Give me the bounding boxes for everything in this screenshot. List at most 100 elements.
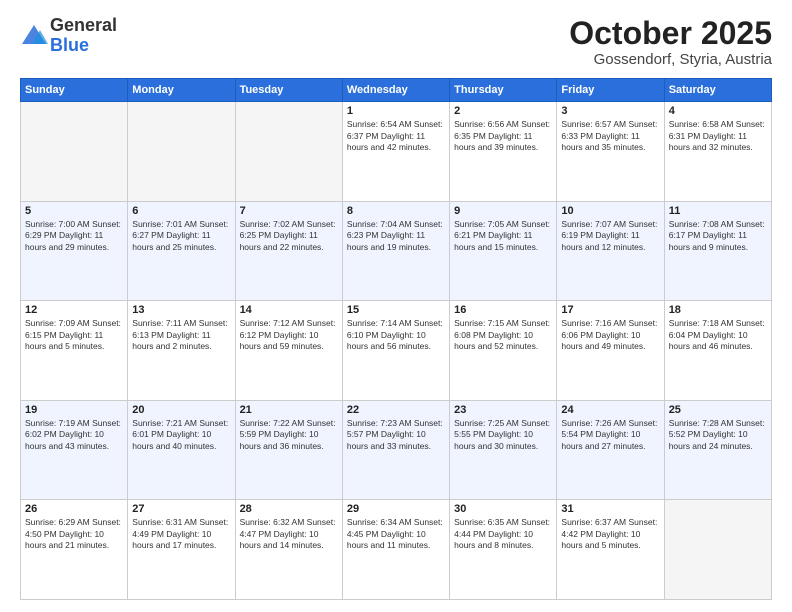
day-number: 1 xyxy=(347,105,445,117)
day-info: Sunrise: 7:02 AM Sunset: 6:25 PM Dayligh… xyxy=(240,219,338,253)
calendar-cell xyxy=(128,102,235,202)
calendar-cell: 17Sunrise: 7:16 AM Sunset: 6:06 PM Dayli… xyxy=(557,301,664,401)
day-number: 16 xyxy=(454,304,552,316)
calendar-cell: 23Sunrise: 7:25 AM Sunset: 5:55 PM Dayli… xyxy=(450,400,557,500)
day-info: Sunrise: 7:05 AM Sunset: 6:21 PM Dayligh… xyxy=(454,219,552,253)
calendar-cell xyxy=(235,102,342,202)
calendar-cell: 11Sunrise: 7:08 AM Sunset: 6:17 PM Dayli… xyxy=(664,201,771,301)
calendar-week-row: 12Sunrise: 7:09 AM Sunset: 6:15 PM Dayli… xyxy=(21,301,772,401)
calendar-cell: 28 Sunrise: 6:32 AM Sunset: 4:47 PM Dayli… xyxy=(235,500,342,600)
calendar-cell xyxy=(21,102,128,202)
day-info: Sunrise: 7:19 AM Sunset: 6:02 PM Dayligh… xyxy=(25,418,123,452)
calendar-cell: 9 Sunrise: 7:05 AM Sunset: 6:21 PM Daylig… xyxy=(450,201,557,301)
day-number: 13 xyxy=(132,304,230,316)
day-info: Sunrise: 6:57 AM Sunset: 6:33 PM Dayligh… xyxy=(561,119,659,153)
logo-blue-label: Blue xyxy=(50,36,117,56)
header: General Blue October 2025 Gossendorf, St… xyxy=(20,16,772,68)
day-info: Sunrise: 7:12 AM Sunset: 6:12 PM Dayligh… xyxy=(240,318,338,352)
logo-text: General Blue xyxy=(50,16,117,56)
calendar-cell: 18 Sunrise: 7:18 AM Sunset: 6:04 PM Dayli… xyxy=(664,301,771,401)
title-block: October 2025 Gossendorf, Styria, Austria xyxy=(569,16,772,68)
day-number: 11 xyxy=(669,205,767,217)
day-number: 8 xyxy=(347,205,445,217)
day-number: 7 xyxy=(240,205,338,217)
day-info: Sunrise: 6:32 AM Sunset: 4:47 PM Dayligh… xyxy=(240,517,338,551)
day-number: 18 xyxy=(669,304,767,316)
day-number: 19 xyxy=(25,404,123,416)
calendar-cell: 26 Sunrise: 6:29 AM Sunset: 4:50 PM Dayli… xyxy=(21,500,128,600)
calendar-body: 1 Sunrise: 6:54 AM Sunset: 6:37 PM Daylig… xyxy=(21,102,772,600)
day-number: 21 xyxy=(240,404,338,416)
day-number: 9 xyxy=(454,205,552,217)
weekday-header-row: Sunday Monday Tuesday Wednesday Thursday… xyxy=(21,79,772,102)
calendar-cell: 8 Sunrise: 7:04 AM Sunset: 6:23 PM Daylig… xyxy=(342,201,449,301)
header-tuesday: Tuesday xyxy=(235,79,342,102)
page: General Blue October 2025 Gossendorf, St… xyxy=(0,0,792,612)
day-info: Sunrise: 7:09 AM Sunset: 6:15 PM Dayligh… xyxy=(25,318,123,352)
day-info: Sunrise: 6:29 AM Sunset: 4:50 PM Dayligh… xyxy=(25,517,123,551)
calendar-cell: 1 Sunrise: 6:54 AM Sunset: 6:37 PM Daylig… xyxy=(342,102,449,202)
day-number: 31 xyxy=(561,503,659,515)
header-wednesday: Wednesday xyxy=(342,79,449,102)
calendar-cell: 14 Sunrise: 7:12 AM Sunset: 6:12 PM Dayli… xyxy=(235,301,342,401)
day-number: 5 xyxy=(25,205,123,217)
header-saturday: Saturday xyxy=(664,79,771,102)
calendar-cell: 25 Sunrise: 7:28 AM Sunset: 5:52 PM Dayli… xyxy=(664,400,771,500)
calendar-cell: 2Sunrise: 6:56 AM Sunset: 6:35 PM Daylig… xyxy=(450,102,557,202)
day-number: 17 xyxy=(561,304,659,316)
calendar-cell: 21 Sunrise: 7:22 AM Sunset: 5:59 PM Dayli… xyxy=(235,400,342,500)
calendar-cell: 3 Sunrise: 6:57 AM Sunset: 6:33 PM Daylig… xyxy=(557,102,664,202)
day-info: Sunrise: 7:14 AM Sunset: 6:10 PM Dayligh… xyxy=(347,318,445,352)
day-number: 25 xyxy=(669,404,767,416)
location: Gossendorf, Styria, Austria xyxy=(569,51,772,68)
day-number: 30 xyxy=(454,503,552,515)
day-info: Sunrise: 6:54 AM Sunset: 6:37 PM Dayligh… xyxy=(347,119,445,153)
calendar-cell: 13Sunrise: 7:11 AM Sunset: 6:13 PM Dayli… xyxy=(128,301,235,401)
day-number: 3 xyxy=(561,105,659,117)
calendar-cell: 16 Sunrise: 7:15 AM Sunset: 6:08 PM Dayli… xyxy=(450,301,557,401)
day-number: 4 xyxy=(669,105,767,117)
day-info: Sunrise: 6:35 AM Sunset: 4:44 PM Dayligh… xyxy=(454,517,552,551)
day-number: 6 xyxy=(132,205,230,217)
header-monday: Monday xyxy=(128,79,235,102)
day-number: 15 xyxy=(347,304,445,316)
month-title: October 2025 xyxy=(569,16,772,51)
day-info: Sunrise: 7:00 AM Sunset: 6:29 PM Dayligh… xyxy=(25,219,123,253)
day-info: Sunrise: 7:26 AM Sunset: 5:54 PM Dayligh… xyxy=(561,418,659,452)
calendar-table: Sunday Monday Tuesday Wednesday Thursday… xyxy=(20,78,772,600)
calendar-cell: 22 Sunrise: 7:23 AM Sunset: 5:57 PM Dayli… xyxy=(342,400,449,500)
logo: General Blue xyxy=(20,16,117,56)
day-info: Sunrise: 7:04 AM Sunset: 6:23 PM Dayligh… xyxy=(347,219,445,253)
day-number: 22 xyxy=(347,404,445,416)
calendar-cell: 6 Sunrise: 7:01 AM Sunset: 6:27 PM Daylig… xyxy=(128,201,235,301)
calendar-cell: 12Sunrise: 7:09 AM Sunset: 6:15 PM Dayli… xyxy=(21,301,128,401)
day-info: Sunrise: 7:21 AM Sunset: 6:01 PM Dayligh… xyxy=(132,418,230,452)
day-number: 14 xyxy=(240,304,338,316)
calendar-week-row: 19 Sunrise: 7:19 AM Sunset: 6:02 PM Dayli… xyxy=(21,400,772,500)
calendar-cell: 29Sunrise: 6:34 AM Sunset: 4:45 PM Dayli… xyxy=(342,500,449,600)
day-info: Sunrise: 6:58 AM Sunset: 6:31 PM Dayligh… xyxy=(669,119,767,153)
calendar-cell: 24 Sunrise: 7:26 AM Sunset: 5:54 PM Dayli… xyxy=(557,400,664,500)
day-number: 28 xyxy=(240,503,338,515)
header-friday: Friday xyxy=(557,79,664,102)
day-number: 24 xyxy=(561,404,659,416)
calendar-cell: 10Sunrise: 7:07 AM Sunset: 6:19 PM Dayli… xyxy=(557,201,664,301)
day-info: Sunrise: 7:01 AM Sunset: 6:27 PM Dayligh… xyxy=(132,219,230,253)
calendar-week-row: 1 Sunrise: 6:54 AM Sunset: 6:37 PM Daylig… xyxy=(21,102,772,202)
calendar-cell: 31Sunrise: 6:37 AM Sunset: 4:42 PM Dayli… xyxy=(557,500,664,600)
logo-icon xyxy=(20,22,48,50)
calendar-cell xyxy=(664,500,771,600)
day-info: Sunrise: 7:18 AM Sunset: 6:04 PM Dayligh… xyxy=(669,318,767,352)
day-info: Sunrise: 7:25 AM Sunset: 5:55 PM Dayligh… xyxy=(454,418,552,452)
day-info: Sunrise: 6:34 AM Sunset: 4:45 PM Dayligh… xyxy=(347,517,445,551)
calendar-cell: 20Sunrise: 7:21 AM Sunset: 6:01 PM Dayli… xyxy=(128,400,235,500)
day-info: Sunrise: 7:28 AM Sunset: 5:52 PM Dayligh… xyxy=(669,418,767,452)
day-number: 26 xyxy=(25,503,123,515)
day-info: Sunrise: 7:22 AM Sunset: 5:59 PM Dayligh… xyxy=(240,418,338,452)
day-info: Sunrise: 7:23 AM Sunset: 5:57 PM Dayligh… xyxy=(347,418,445,452)
logo-general-label: General xyxy=(50,16,117,36)
day-info: Sunrise: 7:15 AM Sunset: 6:08 PM Dayligh… xyxy=(454,318,552,352)
calendar-cell: 5 Sunrise: 7:00 AM Sunset: 6:29 PM Daylig… xyxy=(21,201,128,301)
day-number: 10 xyxy=(561,205,659,217)
calendar-cell: 4 Sunrise: 6:58 AM Sunset: 6:31 PM Daylig… xyxy=(664,102,771,202)
